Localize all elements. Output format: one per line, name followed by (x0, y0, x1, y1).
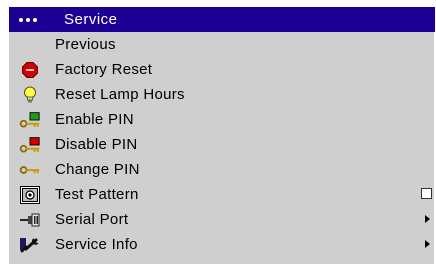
menu-item-reset-lamp-hours[interactable]: Reset Lamp Hours (9, 82, 435, 107)
menu-item-service-info[interactable]: Service Info (9, 232, 435, 257)
key-icon (19, 160, 41, 179)
menu-item-test-pattern[interactable]: Test Pattern (9, 182, 435, 207)
menu-item-factory-reset[interactable]: Factory Reset (9, 57, 435, 82)
menu-item-serial-port[interactable]: Serial Port (9, 207, 435, 232)
menu-dots-icon (19, 7, 37, 32)
menu-item-label: Previous (55, 36, 116, 53)
key-green-icon (19, 110, 41, 129)
menu-header: Service (9, 7, 435, 32)
test-pattern-icon (19, 185, 41, 204)
wrench-icon (19, 235, 41, 254)
key-red-icon (19, 135, 41, 154)
menu-item-label: Reset Lamp Hours (55, 86, 185, 103)
menu-item-label: Enable PIN (55, 111, 134, 128)
test-pattern-checkbox[interactable] (421, 188, 432, 199)
submenu-arrow-icon (425, 215, 430, 223)
menu-item-change-pin[interactable]: Change PIN (9, 157, 435, 182)
stop-octagon-icon (19, 60, 41, 79)
menu-item-label: Test Pattern (55, 186, 139, 203)
menu-item-label: Disable PIN (55, 136, 138, 153)
service-menu: Service Previous Factory Reset Reset Lam… (8, 6, 435, 264)
menu-item-disable-pin[interactable]: Disable PIN (9, 132, 435, 157)
menu-item-previous[interactable]: Previous (9, 32, 435, 57)
menu-item-label: Serial Port (55, 211, 129, 228)
menu-item-label: Change PIN (55, 161, 140, 178)
menu-item-enable-pin[interactable]: Enable PIN (9, 107, 435, 132)
serial-port-icon (19, 210, 41, 229)
menu-title: Service (64, 11, 118, 28)
menu-item-label: Factory Reset (55, 61, 153, 78)
lightbulb-icon (19, 85, 41, 104)
submenu-arrow-icon (425, 240, 430, 248)
menu-item-label: Service Info (55, 236, 138, 253)
